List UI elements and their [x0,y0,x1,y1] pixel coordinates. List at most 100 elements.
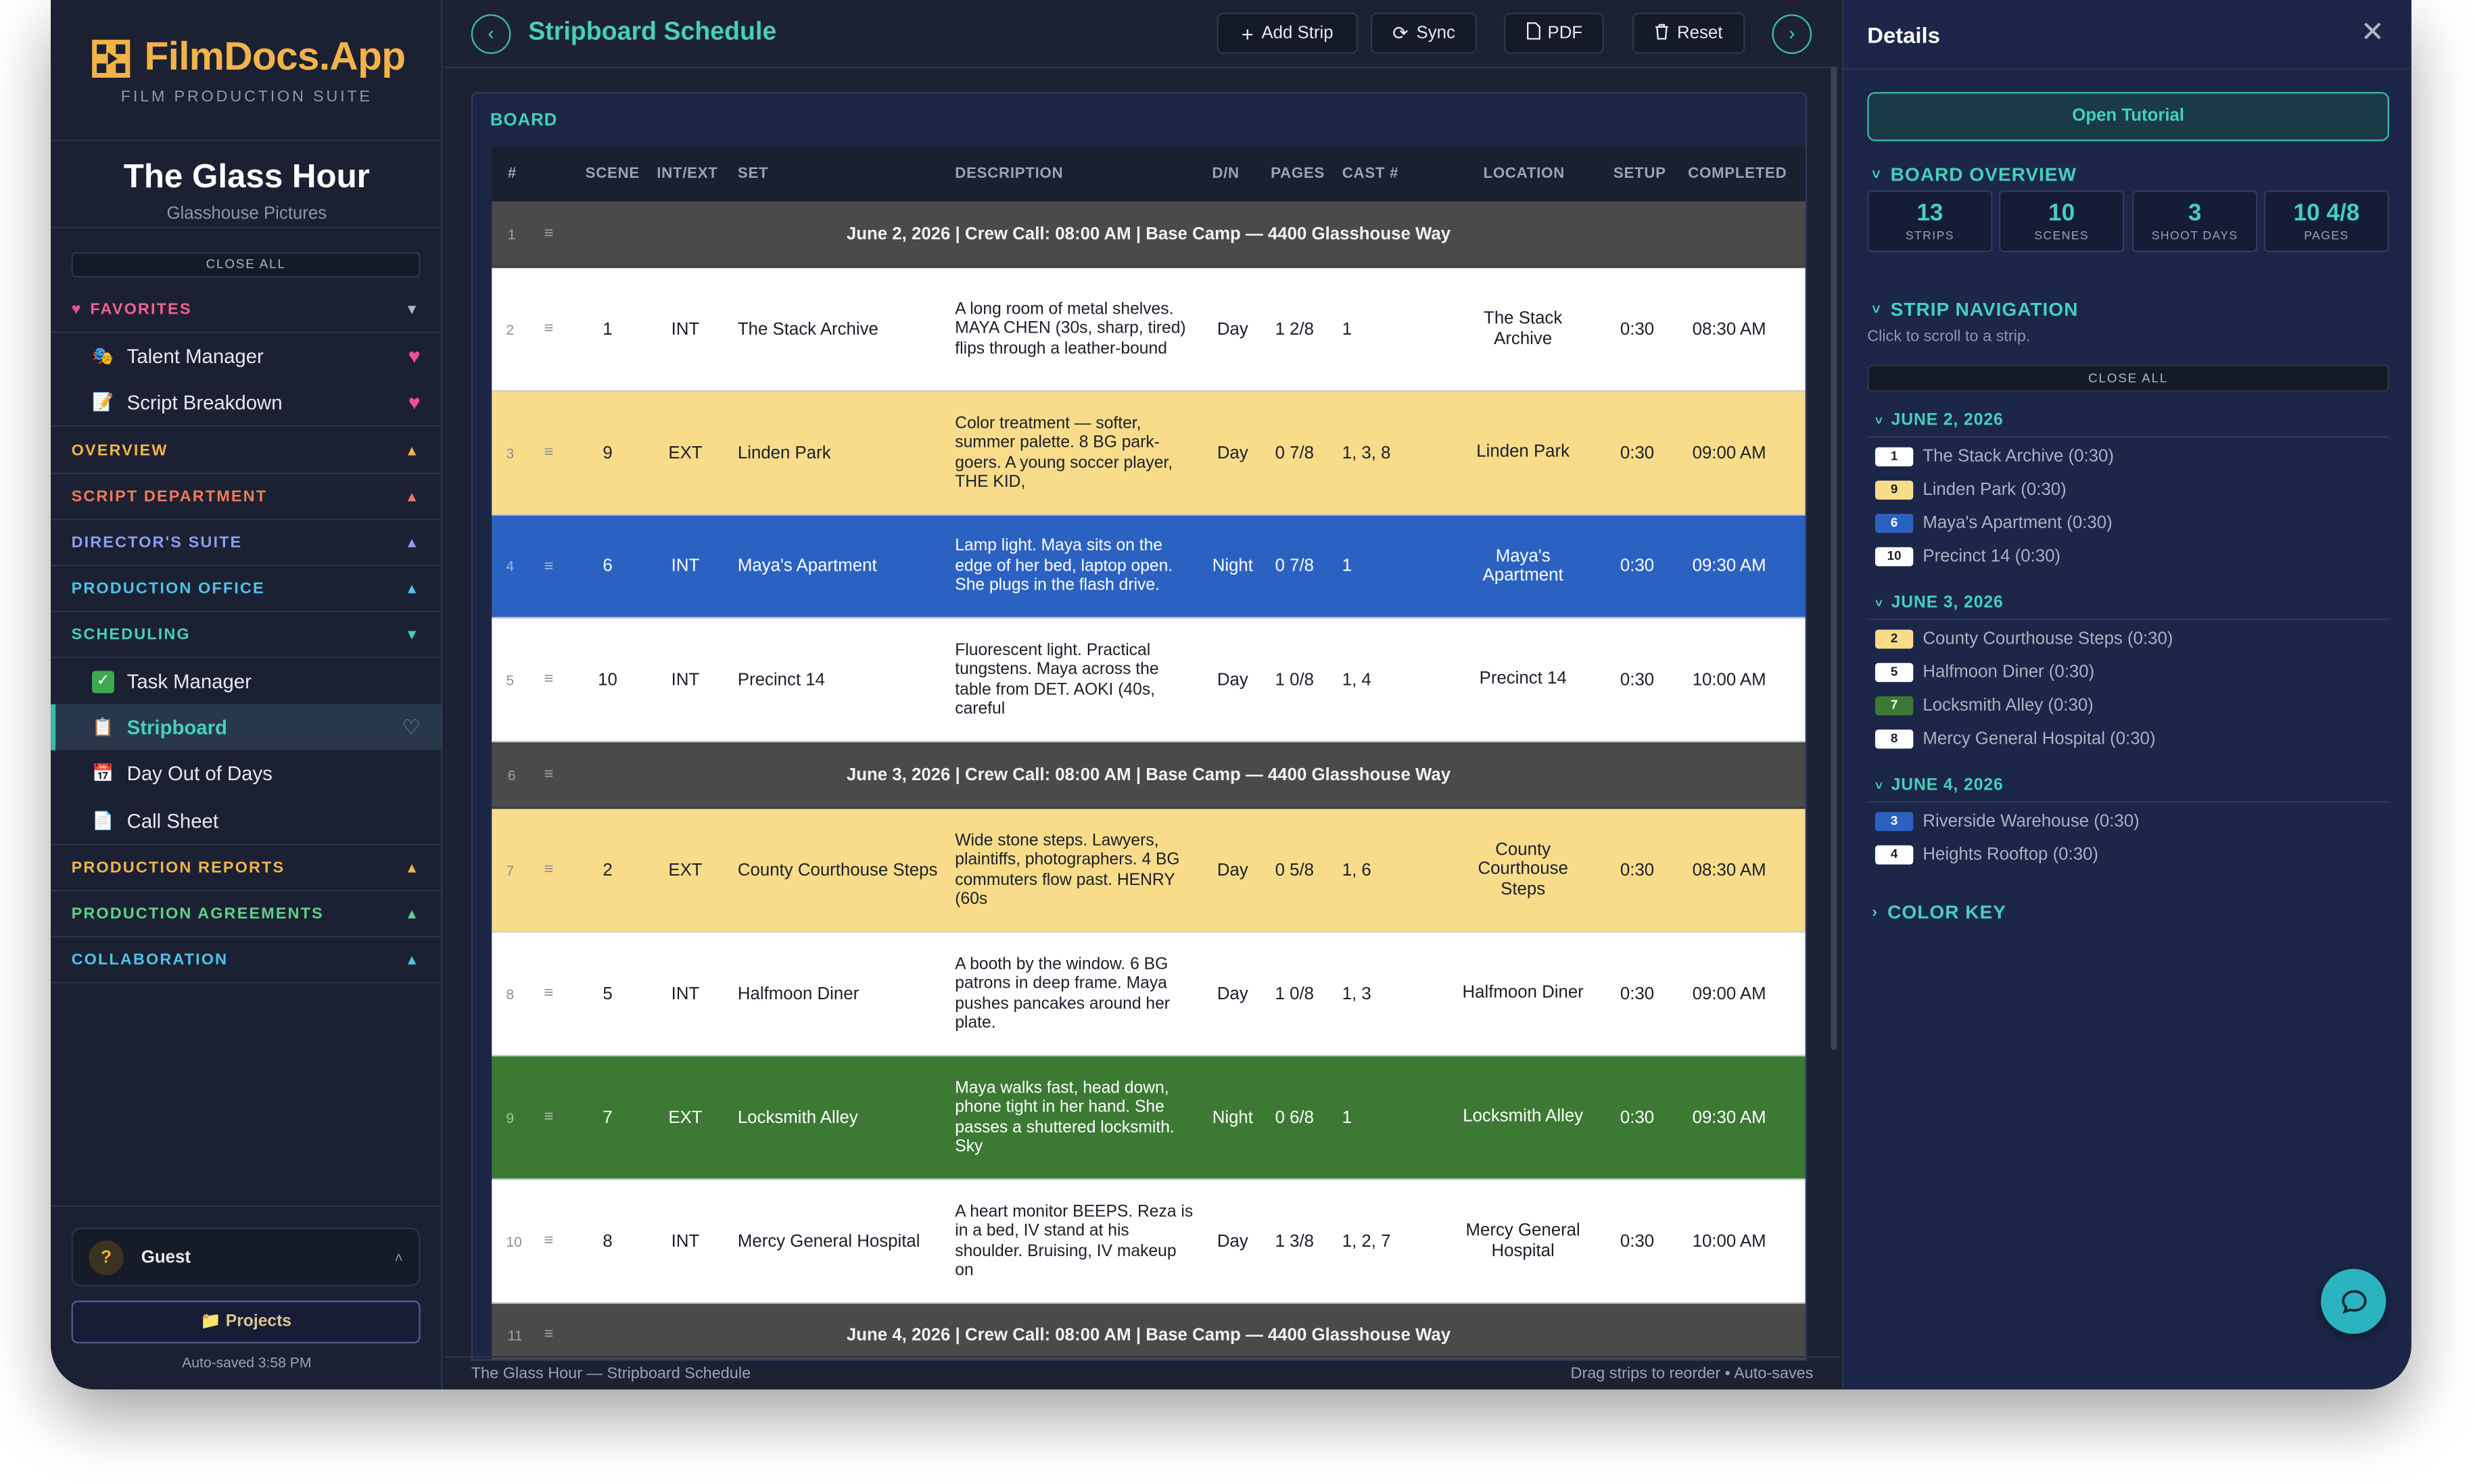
location-cell: Locksmith Alley [1463,1107,1584,1127]
section-production-agreements[interactable]: PRODUCTION AGREEMENTS ▲ [51,891,443,938]
theater-masks-icon: 🎭 [92,347,114,366]
section-favorites[interactable]: ♥ FAVORITES ▼ [51,287,443,333]
nav-strip-item[interactable]: 4 Heights Rooftop (0:30) [1875,845,2098,865]
chat-button[interactable] [2321,1268,2386,1334]
day-night-cell: Night [1212,1107,1253,1127]
user-menu[interactable]: ? Guest ˄ [71,1227,421,1287]
strip-row[interactable]: 4 ≡ 6 INT Maya's Apartment Lamp light. Maya s… [492,515,1806,619]
row-number: 10 [506,1233,522,1249]
close-icon[interactable]: ✕ [2361,16,2384,49]
pdf-button[interactable]: PDF [1504,12,1604,54]
favorite-talent-manager[interactable]: 🎭 Talent Manager ♥ [51,333,442,379]
nav-hint: Click to scroll to a strip. [1867,328,2031,346]
nav-strip-item[interactable]: 7 Locksmith Alley (0:30) [1875,696,2094,716]
pages-cell: 0 7/8 [1275,443,1315,462]
close-all-button[interactable]: CLOSE ALL [71,252,421,278]
nav-day-header[interactable]: ˅ JUNE 3, 2026 [1875,593,2004,612]
nav-strip-item[interactable]: 5 Halfmoon Diner (0:30) [1875,663,2094,682]
scene-badge: 10 [1875,547,1914,567]
strip-row[interactable]: 3 ≡ 9 EXT Linden Park Color treatment — softe… [492,391,1806,516]
nav-strip-item[interactable]: 3 Riverside Warehouse (0:30) [1875,812,2140,832]
section-directors-suite[interactable]: DIRECTOR'S SUITE ▲ [51,520,443,567]
scene-cell: 5 [603,984,613,1003]
drag-handle-icon[interactable]: ≡ [544,809,554,931]
favorite-script-breakdown[interactable]: 📝 Script Breakdown ♥ [51,379,443,427]
day-header-row[interactable]: 11 ≡ June 4, 2026 | Crew Call: 08:00 AM | … [492,1303,1806,1360]
heart-outline-icon[interactable]: ♡ [402,715,420,740]
strip-row[interactable]: 2 ≡ 1 INT The Stack Archive A long room of me… [492,268,1806,392]
section-label: FAVORITES [90,300,192,318]
col-location: LOCATION [1483,164,1565,183]
drag-handle-icon[interactable]: ≡ [544,1056,554,1178]
drag-handle-icon[interactable]: ≡ [544,932,554,1055]
section-production-office[interactable]: PRODUCTION OFFICE ▲ [51,567,443,613]
reset-button[interactable]: Reset [1632,12,1745,54]
scene-cell: 7 [603,1107,613,1127]
strip-navigation-toggle[interactable]: ˅ STRIP NAVIGATION [1872,298,2078,320]
strip-row[interactable]: 8 ≡ 5 INT Halfmoon Diner A booth by the windo… [492,932,1806,1057]
nav-call-sheet[interactable]: 📄 Call Sheet [51,798,443,846]
projects-button[interactable]: 📁 Projects [71,1300,421,1344]
page-title: Stripboard Schedule [528,19,777,47]
section-scheduling[interactable]: SCHEDULING ▼ [51,613,443,659]
completed-cell: 10:00 AM [1692,1231,1766,1251]
nav-stripboard[interactable]: 📋 Stripboard ♡ [51,704,443,750]
section-label: SCHEDULING [71,625,191,644]
sync-button[interactable]: ⟳ Sync [1370,12,1478,54]
section-production-reports[interactable]: PRODUCTION REPORTS ▲ [51,845,443,892]
add-strip-button[interactable]: + Add Strip [1217,12,1359,54]
back-button[interactable]: ‹ [471,14,511,54]
strip-row[interactable]: 9 ≡ 7 EXT Locksmith Alley Maya walks fast, he… [492,1056,1806,1180]
drag-handle-icon[interactable]: ≡ [544,1180,554,1302]
day-label: JUNE 4, 2026 [1891,775,2004,795]
strip-row[interactable]: 10 ≡ 8 INT Mercy General Hospital A heart mon… [492,1180,1806,1304]
color-key-toggle[interactable]: › COLOR KEY [1872,901,2006,924]
nav-strip-item[interactable]: 2 County Courthouse Steps (0:30) [1875,629,2173,649]
day-header-text: June 3, 2026 | Crew Call: 08:00 AM | Bas… [846,765,1451,785]
favorite-heart-icon[interactable]: ♥ [408,344,421,368]
divider [51,226,443,229]
drag-handle-icon[interactable]: ≡ [544,268,554,390]
description-cell: A heart monitor BEEPS. Reza is in a bed,… [955,1201,1194,1280]
nav-day-header[interactable]: ˅ JUNE 2, 2026 [1875,411,2004,430]
sidebar: FilmDocs.App FILM PRODUCTION SUITE The G… [51,0,443,1390]
strip-row[interactable]: 7 ≡ 2 EXT County Courthouse Steps Wide stone … [492,809,1806,933]
strip-row[interactable]: 5 ≡ 10 INT Precinct 14 Fluorescent light. Pra… [492,618,1806,742]
nav-day-header[interactable]: ˅ JUNE 4, 2026 [1875,775,2004,794]
board-overview-toggle[interactable]: ˅ BOARD OVERVIEW [1872,164,2077,186]
nav-day-out-of-days[interactable]: 📅 Day Out of Days [51,750,442,796]
favorite-heart-icon[interactable]: ♥ [408,390,421,414]
completed-cell: 09:30 AM [1692,1107,1766,1127]
close-all-button[interactable]: CLOSE ALL [1867,364,2390,392]
scrollbar[interactable] [1831,66,1837,1051]
col-setup: SETUP [1613,164,1666,183]
divider [1843,68,2411,70]
nav-task-manager[interactable]: ✓ Task Manager [51,659,442,704]
drag-handle-icon[interactable]: ≡ [544,515,554,617]
nav-strip-item[interactable]: 10 Precinct 14 (0:30) [1875,547,2060,567]
section-script-department[interactable]: SCRIPT DEPARTMENT ▲ [51,474,443,521]
set-cell: Halfmoon Diner [737,984,859,1003]
app-logo[interactable]: FilmDocs.App [92,35,406,81]
section-overview[interactable]: OVERVIEW ▲ [51,428,443,475]
nav-strip-item[interactable]: 9 Linden Park (0:30) [1875,480,2067,500]
nav-strip-item[interactable]: 6 Maya's Apartment (0:30) [1875,514,2113,533]
strip-name: Linden Park (0:30) [1923,480,2067,500]
pages-cell: 0 7/8 [1275,556,1315,576]
chevron-up-icon: ▲ [404,488,421,505]
day-header-row[interactable]: 1 ≡ June 2, 2026 | Crew Call: 08:00 AM | B… [492,201,1806,268]
chevron-down-icon: ˅ [1872,166,1881,183]
chevron-right-icon: › [1872,903,1879,921]
section-collaboration[interactable]: COLLABORATION ▲ [51,937,443,984]
nav-strip-item[interactable]: 8 Mercy General Hospital (0:30) [1875,729,2156,749]
drag-handle-icon[interactable]: ≡ [544,619,554,741]
drag-handle-icon[interactable]: ≡ [544,391,554,514]
button-label: Sync [1416,24,1455,43]
description-cell: Fluorescent light. Practical tungstens. … [955,640,1159,719]
setup-cell: 0:30 [1620,860,1655,880]
nav-strip-item[interactable]: 1 The Stack Archive (0:30) [1875,447,2114,466]
setup-cell: 0:30 [1620,670,1655,690]
day-header-row[interactable]: 6 ≡ June 3, 2026 | Crew Call: 08:00 AM | B… [492,742,1806,809]
open-tutorial-button[interactable]: Open Tutorial [1867,92,2390,141]
forward-button[interactable]: › [1772,14,1812,54]
